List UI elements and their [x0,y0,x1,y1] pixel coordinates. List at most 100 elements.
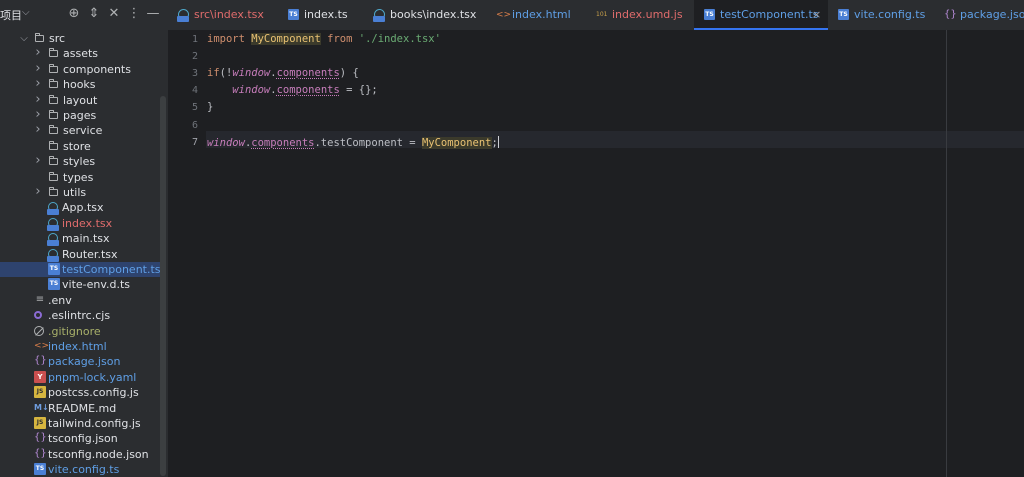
tree-item-label: utils [63,186,87,199]
code-line[interactable]: import MyComponent from './index.tsx' [207,33,441,45]
tree-folder[interactable]: › assets [0,46,160,61]
html-icon: <> [496,10,512,20]
expand-collapse-icon[interactable]: ⇕ [86,6,102,22]
tree-folder[interactable]: › components [0,61,160,77]
collapse-all-icon[interactable]: ✕ [106,6,122,22]
chevron-right-icon[interactable]: › [33,154,43,169]
tree-folder[interactable]: › utils [0,185,160,200]
tree-file[interactable]: TS vite-env.d.ts [0,277,160,292]
tree-file[interactable]: JS postcss.config.js [0,385,160,400]
typescript-icon: TS [34,463,46,476]
editor-tab[interactable]: books\index.tsx [364,0,482,30]
tree-item-label: .env [48,293,72,307]
tree-file[interactable]: {} tsconfig.json [0,431,160,446]
tree-item-label: pnpm-lock.yaml [48,370,137,384]
tree-file[interactable]: App.tsx [0,200,160,216]
javascript-icon: JS [34,386,46,399]
tree-file[interactable]: Ypnpm-lock.yaml [0,370,160,385]
locate-icon[interactable]: ⊕ [66,6,82,22]
react-tsx-icon [47,248,59,262]
tree-folder[interactable]: › styles [0,154,160,169]
json-icon: {} [34,432,47,444]
line-number: 5 [191,102,198,114]
folder-icon [49,140,58,150]
tree-file[interactable]: <> index.html [0,339,160,354]
tree-folder[interactable]: › layout [0,92,160,108]
editor-tab[interactable]: {}package.json [934,0,1024,30]
code-token: MyComponent [251,33,321,45]
close-tab-icon[interactable]: × [812,0,821,30]
tree-folder[interactable]: ⌵ src [0,31,160,46]
tree-item-label: index.tsx [62,216,113,230]
folder-icon [49,110,58,119]
folder-icon [49,79,58,89]
tree-file[interactable]: TS vite.config.ts [0,462,160,477]
tree-item-label: assets [63,47,99,61]
hide-icon[interactable]: — [145,6,161,22]
tree-file[interactable]: TS testComponent.ts [0,262,161,277]
chevron-right-icon[interactable]: › [33,46,43,61]
tab-label: package.json [960,8,1024,21]
text-cursor [497,135,499,148]
project-panel-title[interactable]: 项目 [0,7,22,23]
line-number: 1 [191,34,198,45]
tree-item-label: index.html [48,340,107,353]
tree-file[interactable]: main.tsx [0,231,160,247]
typescript-icon: TS [48,278,60,291]
tree-item-label: pages [63,109,97,122]
json-icon: {} [34,355,47,367]
code-line[interactable]: window.components.testComponent = MyComp… [207,135,499,149]
editor-tab[interactable]: <> index.html [486,0,596,30]
chevron-right-icon[interactable]: › [33,77,43,92]
tree-file[interactable]: M↓ README.md [0,401,160,416]
chevron-down-icon[interactable]: ⌵ [19,31,29,46]
tree-folder[interactable]: types [0,170,160,185]
tree-file[interactable]: JS tailwind.config.js [0,416,160,431]
editor-tab[interactable]: TS vite.config.ts [828,0,934,30]
code-token: './index.tsx' [358,33,441,45]
react-tsx-icon [47,217,59,231]
typescript-icon: TS [48,263,60,275]
chevron-right-icon[interactable]: › [33,108,43,123]
tree-item-label: vite-env.d.ts [62,278,131,292]
chevron-down-icon[interactable]: ⌵ [22,7,30,18]
code-line[interactable]: } [207,101,213,113]
tree-folder[interactable]: › pages [0,108,160,123]
chevron-right-icon[interactable]: › [33,123,43,138]
tree-file[interactable]: index.tsx [0,216,160,231]
javascript-icon: JS [34,417,46,429]
tree-item-label: styles [63,155,96,169]
tree-file[interactable]: {} package.json [0,354,160,369]
tab-label: testComponent.ts [720,8,819,21]
editor-tab[interactable]: TS index.ts [278,0,372,30]
code-token: = {}; [339,84,378,97]
code-token: import [207,33,252,45]
tree-file[interactable]: Router.tsx [0,247,160,262]
code-line[interactable]: window.components = {}; [207,84,378,97]
tree-file[interactable]: .gitignore [0,324,160,339]
chevron-right-icon[interactable]: › [33,92,43,108]
editor-tab[interactable]: src\index.tsx [168,0,270,30]
chevron-right-icon[interactable]: › [33,61,43,77]
code-editor[interactable]: 1 2 3 4 5 6 7 import MyComponent from './index… [168,30,1024,477]
tree-file[interactable]: ≡ .env [0,293,160,308]
code-token: components [251,136,315,149]
tree-folder[interactable]: store [0,139,160,154]
typescript-icon: TS [838,9,849,20]
editor-tab[interactable]: 101 index.umd.js [586,0,692,30]
options-icon[interactable]: ⋮ [126,6,142,22]
scrollbar[interactable] [160,96,166,476]
tree-file[interactable]: .eslintrc.cjs [0,308,160,323]
tab-label: index.umd.js [612,8,683,21]
tree-file[interactable]: {} tsconfig.node.json [0,447,160,462]
code-token: from [320,33,359,45]
tree-item-label: package.json [48,355,121,369]
code-line[interactable]: if(!window.components) { [207,67,359,79]
chevron-right-icon[interactable]: › [33,185,43,200]
editor-tab[interactable]: TS testComponent.ts × [694,0,828,30]
tree-folder[interactable]: › hooks [0,77,160,92]
project-panel-header: 项目 ⌵ ⊕ ⇕ ✕ ⋮ — [0,0,168,30]
react-tsx-icon [47,233,59,247]
tree-folder[interactable]: › service [0,123,160,138]
